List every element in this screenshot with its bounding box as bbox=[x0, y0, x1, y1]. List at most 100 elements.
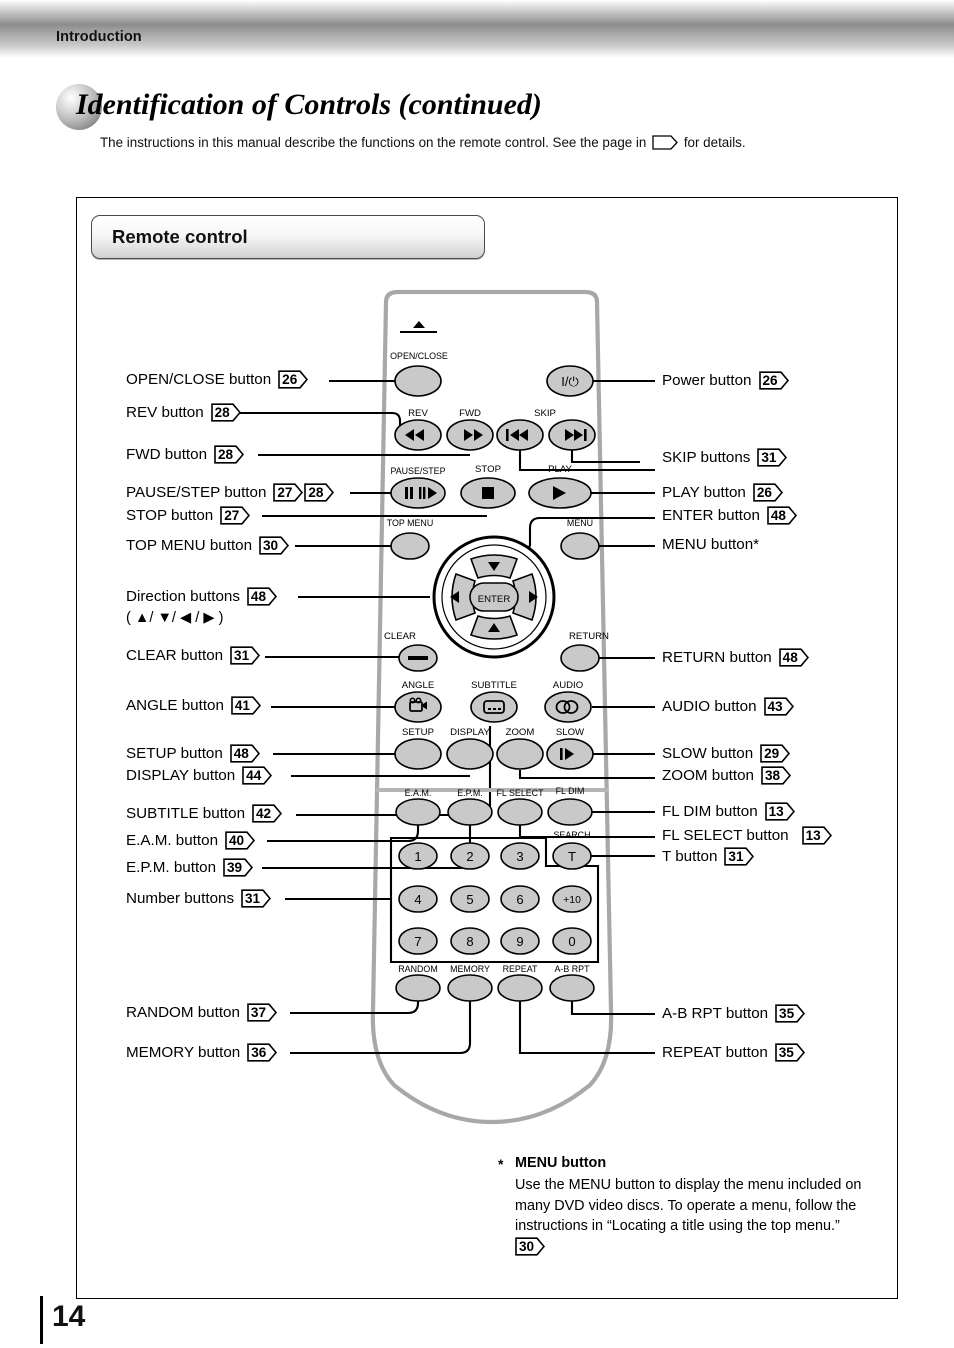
page-badge-icon: 41 bbox=[231, 696, 261, 715]
page-badge-icon: 29 bbox=[760, 744, 791, 763]
callout-label: REV button bbox=[126, 403, 204, 421]
callout-label: Number buttons bbox=[126, 889, 235, 907]
callout-ab-rpt: A-B RPT button 35 bbox=[662, 1004, 806, 1023]
callout-open-close: OPEN/CLOSE button 26 bbox=[126, 370, 309, 389]
callout-fl-select: FL SELECT button 13 bbox=[662, 826, 832, 845]
page-badge-icon: 37 bbox=[247, 1003, 277, 1022]
callout-display: DISPLAY button 44 bbox=[126, 766, 273, 785]
running-head-label: Introduction bbox=[56, 29, 142, 45]
callout-memory: MEMORY button 36 bbox=[126, 1043, 278, 1062]
callout-direction-buttons: Direction buttons 48 bbox=[126, 587, 278, 606]
callout-pause-step: PAUSE/STEP button 27 28 bbox=[126, 483, 335, 502]
page-badge-icon: 13 bbox=[764, 802, 795, 821]
callout-slow: SLOW button 29 bbox=[662, 744, 791, 763]
inline-page-badge-icon bbox=[652, 135, 678, 150]
callout-eam: E.A.M. button 40 bbox=[126, 831, 256, 850]
section-heading-box: Remote control bbox=[91, 215, 485, 259]
page-number: 14 bbox=[52, 1300, 86, 1333]
page-number-rule bbox=[40, 1296, 43, 1344]
page-badge-icon: 31 bbox=[241, 889, 272, 908]
page-badge-icon: 28 bbox=[214, 445, 245, 464]
callout-label: RANDOM button bbox=[126, 1003, 240, 1021]
callout-rev: REV button 28 bbox=[126, 403, 241, 422]
page-badge-icon: 31 bbox=[757, 448, 788, 467]
page-badge-icon: 31 bbox=[230, 646, 261, 665]
callout-fwd: FWD button 28 bbox=[126, 445, 245, 464]
callout-label: REPEAT button bbox=[662, 1043, 768, 1061]
callout-label: E.A.M. button bbox=[126, 831, 219, 849]
page-badge-icon: 30 bbox=[259, 536, 290, 555]
page-subtitle: The instructions in this manual describe… bbox=[100, 132, 746, 150]
callout-label: ENTER button bbox=[662, 506, 760, 524]
callout-label: SETUP button bbox=[126, 744, 223, 762]
callout-label: DISPLAY button bbox=[126, 766, 236, 784]
page-badge-icon: 48 bbox=[778, 648, 809, 667]
callout-play: PLAY button 26 bbox=[662, 483, 783, 502]
page-badge-icon: 48 bbox=[230, 744, 260, 763]
callout-label: ANGLE button bbox=[126, 696, 224, 714]
callout-random: RANDOM button 37 bbox=[126, 1003, 277, 1022]
callout-t-button: T button 31 bbox=[662, 847, 755, 866]
callout-label: FL SELECT button bbox=[662, 826, 789, 844]
page-badge-icon: 44 bbox=[242, 766, 273, 785]
callout-repeat: REPEAT button 35 bbox=[662, 1043, 805, 1062]
page-badge-icon: 35 bbox=[775, 1004, 806, 1023]
footnote-asterisk: * bbox=[498, 1156, 504, 1172]
page-badge-icon: 35 bbox=[775, 1043, 805, 1062]
page-badge-icon: 27 bbox=[220, 506, 251, 525]
page-badge-icon: 42 bbox=[252, 804, 283, 823]
section-heading-label: Remote control bbox=[112, 226, 248, 247]
callout-label: MENU button* bbox=[662, 536, 760, 553]
callout-label: AUDIO button bbox=[662, 697, 757, 715]
page-badge-icon: 28 bbox=[210, 403, 241, 422]
callout-enter: ENTER button 48 bbox=[662, 506, 797, 525]
callout-label: T button bbox=[662, 847, 718, 865]
callout-stop: STOP button 27 bbox=[126, 506, 251, 525]
callout-label: CLEAR button bbox=[126, 646, 224, 664]
callout-zoom: ZOOM button 38 bbox=[662, 766, 792, 785]
footnote-heading: MENU button bbox=[515, 1155, 607, 1171]
subtitle-text-part1: The instructions in this manual describe… bbox=[100, 135, 647, 150]
callout-epm: E.P.M. button 39 bbox=[126, 858, 254, 877]
callout-label: SLOW button bbox=[662, 744, 754, 762]
page-badge-icon: 26 bbox=[758, 371, 789, 390]
callout-label: Direction buttons bbox=[126, 587, 240, 605]
callout-menu: MENU button* bbox=[662, 536, 759, 553]
page-badge-icon: 40 bbox=[225, 831, 256, 850]
callout-label: SKIP buttons bbox=[662, 448, 751, 466]
page-badge-icon: 39 bbox=[223, 858, 254, 877]
page-badge-icon-2: 28 bbox=[304, 483, 335, 502]
page-badge-icon: 26 bbox=[753, 483, 783, 502]
callout-label: SUBTITLE button bbox=[126, 804, 246, 822]
callout-label: OPEN/CLOSE button bbox=[126, 370, 272, 388]
callout-return: RETURN button 48 bbox=[662, 648, 809, 667]
page-badge-icon: 43 bbox=[763, 697, 794, 716]
callout-label: RETURN button bbox=[662, 648, 772, 666]
page-badge-icon: 38 bbox=[761, 766, 792, 785]
page-badge-icon: 36 bbox=[247, 1043, 278, 1062]
callout-top-menu: TOP MENU button 30 bbox=[126, 536, 290, 555]
callout-label: MEMORY button bbox=[126, 1043, 241, 1061]
page-badge-icon: 31 bbox=[724, 847, 755, 866]
callout-label: PAUSE/STEP button bbox=[126, 483, 267, 501]
callout-angle: ANGLE button 41 bbox=[126, 696, 261, 715]
callout-direction-buttons-sublabel: ( ▲/ ▼/ ◀ / ▶ ) bbox=[126, 610, 224, 626]
page-badge-icon: 13 bbox=[801, 826, 832, 845]
callout-number-buttons: Number buttons 31 bbox=[126, 889, 272, 908]
callout-audio: AUDIO button 43 bbox=[662, 697, 794, 716]
running-head-band bbox=[0, 0, 954, 58]
page-badge-icon: 26 bbox=[278, 370, 309, 389]
callout-clear: CLEAR button 31 bbox=[126, 646, 261, 665]
callout-label: A-B RPT button bbox=[662, 1004, 769, 1022]
footnote-body: Use the MENU button to display the menu … bbox=[515, 1177, 862, 1234]
footnote-page-badge-icon: 30 bbox=[515, 1237, 546, 1256]
callout-label: Power button bbox=[662, 371, 752, 389]
page-badge-icon: 48 bbox=[767, 506, 797, 525]
callout-label: TOP MENU button bbox=[126, 536, 253, 554]
callout-label: PLAY button bbox=[662, 483, 746, 501]
callout-subtitle: SUBTITLE button 42 bbox=[126, 804, 283, 823]
callout-power: Power button 26 bbox=[662, 371, 789, 390]
callout-fl-dim: FL DIM button 13 bbox=[662, 802, 795, 821]
callout-label: ZOOM button bbox=[662, 766, 755, 784]
callout-label: E.P.M. button bbox=[126, 858, 217, 876]
